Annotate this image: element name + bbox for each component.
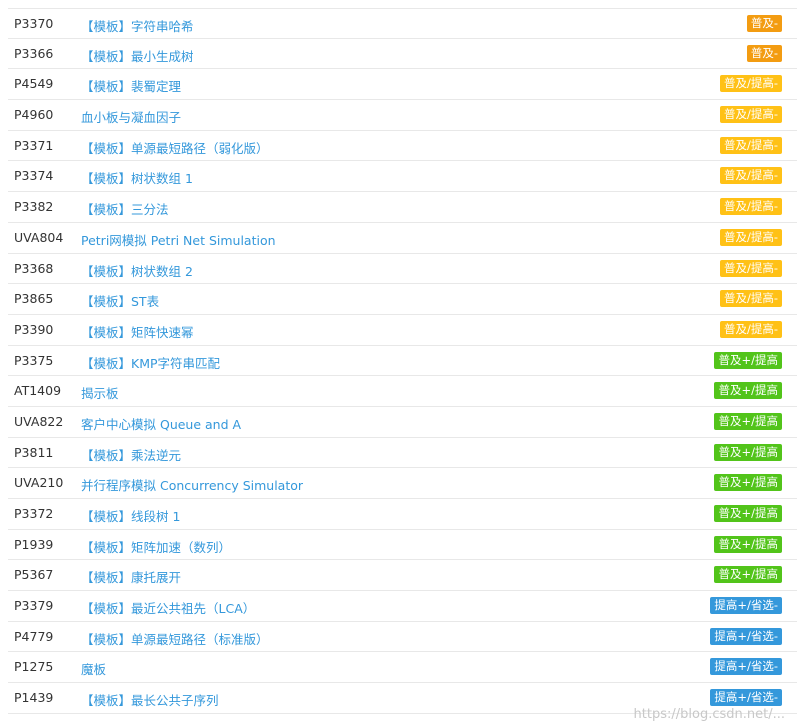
- problem-title-link[interactable]: 客户中心模拟 Queue and A: [81, 414, 241, 433]
- problem-title-link[interactable]: 血小板与凝血因子: [81, 107, 181, 126]
- problem-id: UVA822: [14, 413, 64, 429]
- problem-id: P5367: [14, 567, 54, 583]
- problem-title-link[interactable]: 【模板】三分法: [81, 199, 169, 218]
- problem-id: P1439: [14, 690, 54, 706]
- difficulty-badge: 普及/提高-: [719, 167, 782, 185]
- problem-id: P4549: [14, 76, 54, 92]
- list-item[interactable]: P3382 【模板】三分法 普及/提高-: [8, 192, 797, 223]
- problem-id: P4960: [14, 107, 54, 123]
- problem-id: P3390: [14, 321, 54, 337]
- problem-title-link[interactable]: 魔板: [81, 659, 106, 678]
- problem-title-link[interactable]: 【模板】KMP字符串匹配: [81, 353, 220, 372]
- list-item[interactable]: P3811 【模板】乘法逆元 普及+/提高: [8, 438, 797, 469]
- list-item[interactable]: P4549 【模板】裴蜀定理 普及/提高-: [8, 69, 797, 101]
- difficulty-badge: 普及+/提高: [714, 351, 782, 369]
- difficulty-badge: 提高+/省选-: [710, 597, 782, 615]
- difficulty-badge: 普及-: [746, 44, 782, 62]
- list-item[interactable]: P3366 【模板】最小生成树 普及-: [8, 39, 797, 70]
- difficulty-badge: 普及/提高-: [719, 75, 782, 93]
- difficulty-badge: 普及+/提高: [714, 474, 782, 492]
- list-item[interactable]: P3379 【模板】最近公共祖先（LCA） 提高+/省选-: [8, 591, 797, 622]
- list-item[interactable]: P3390 【模板】矩阵快速幂 普及/提高-: [8, 315, 797, 346]
- difficulty-badge: 普及/提高-: [719, 259, 782, 277]
- difficulty-badge: 普及/提高-: [719, 198, 782, 216]
- difficulty-badge: 普及/提高-: [719, 228, 782, 246]
- problem-id: P3865: [14, 291, 54, 307]
- list-item[interactable]: P3375 【模板】KMP字符串匹配 普及+/提高: [8, 346, 797, 377]
- difficulty-badge: 普及+/提高: [714, 443, 782, 461]
- problem-title-link[interactable]: 【模板】最小生成树: [81, 46, 194, 65]
- problem-title-link[interactable]: 【模板】最长公共子序列: [81, 690, 219, 709]
- list-item[interactable]: UVA804 Petri网模拟 Petri Net Simulation 普及/提高…: [8, 223, 797, 254]
- problem-list: P3370 【模板】字符串哈希 普及- P3366 【模板】最小生成树 普及- P4549 【…: [8, 8, 797, 714]
- problem-id: AT1409: [14, 383, 62, 399]
- problem-title-link[interactable]: 【模板】树状数组 2: [81, 261, 193, 280]
- list-item[interactable]: UVA210 并行程序模拟 Concurrency Simulator 普及+/提高: [8, 468, 797, 499]
- problem-title-link[interactable]: 揭示板: [81, 383, 119, 402]
- problem-title-link[interactable]: 并行程序模拟 Concurrency Simulator: [81, 475, 303, 494]
- problem-id: P3375: [14, 352, 54, 368]
- problem-title-link[interactable]: 【模板】矩阵加速（数列）: [81, 537, 231, 556]
- problem-id: P3374: [14, 168, 54, 184]
- difficulty-badge: 提高+/省选-: [710, 689, 782, 707]
- problem-id: UVA210: [14, 475, 64, 491]
- problem-id: P3371: [14, 137, 54, 153]
- watermark: https://blog.csdn.net/...: [633, 707, 785, 722]
- problem-title-link[interactable]: 【模板】最近公共祖先（LCA）: [81, 598, 255, 617]
- list-item[interactable]: P3374 【模板】树状数组 1 普及/提高-: [8, 161, 797, 193]
- list-item[interactable]: P3865 【模板】ST表 普及/提高-: [8, 284, 797, 315]
- problem-id: P3366: [14, 45, 54, 61]
- difficulty-badge: 普及+/提高: [714, 412, 782, 430]
- problem-title-link[interactable]: Petri网模拟 Petri Net Simulation: [81, 230, 276, 249]
- list-item[interactable]: AT1409 揭示板 普及+/提高: [8, 376, 797, 407]
- difficulty-badge: 普及/提高-: [719, 320, 782, 338]
- difficulty-badge: 普及+/提高: [714, 566, 782, 584]
- problem-id: P3370: [14, 16, 54, 31]
- list-item[interactable]: P3368 【模板】树状数组 2 普及/提高-: [8, 254, 797, 285]
- list-item[interactable]: P4960 血小板与凝血因子 普及/提高-: [8, 100, 797, 131]
- list-item[interactable]: UVA822 客户中心模拟 Queue and A 普及+/提高: [8, 407, 797, 438]
- problem-id: P3811: [14, 444, 54, 460]
- difficulty-badge: 普及/提高-: [719, 290, 782, 308]
- problem-title-link[interactable]: 【模板】单源最短路径（弱化版）: [81, 138, 269, 157]
- problem-title-link[interactable]: 【模板】字符串哈希: [81, 16, 194, 35]
- problem-title-link[interactable]: 【模板】康托展开: [81, 567, 181, 586]
- problem-title-link[interactable]: 【模板】单源最短路径（标准版）: [81, 629, 269, 648]
- list-item[interactable]: P3371 【模板】单源最短路径（弱化版） 普及/提高-: [8, 131, 797, 162]
- difficulty-badge: 普及/提高-: [719, 136, 782, 154]
- list-item[interactable]: P1275 魔板 提高+/省选-: [8, 652, 797, 684]
- problem-id: P3368: [14, 260, 54, 276]
- difficulty-badge: 普及+/提高: [714, 382, 782, 400]
- difficulty-badge: 普及/提高-: [719, 106, 782, 124]
- problem-title-link[interactable]: 【模板】裴蜀定理: [81, 76, 181, 95]
- problem-title-link[interactable]: 【模板】树状数组 1: [81, 168, 193, 187]
- list-item[interactable]: P4779 【模板】单源最短路径（标准版） 提高+/省选-: [8, 622, 797, 653]
- problem-id: UVA804: [14, 229, 64, 245]
- difficulty-badge: 普及+/提高: [714, 505, 782, 522]
- problem-title-link[interactable]: 【模板】ST表: [81, 291, 159, 310]
- list-item[interactable]: P1939 【模板】矩阵加速（数列） 普及+/提高: [8, 530, 797, 561]
- problem-id: P4779: [14, 628, 54, 644]
- problem-id: P3382: [14, 199, 54, 215]
- list-item[interactable]: P3372 【模板】线段树 1 普及+/提高: [8, 499, 797, 530]
- difficulty-badge: 提高+/省选-: [710, 627, 782, 645]
- problem-id: P1275: [14, 659, 54, 675]
- problem-title-link[interactable]: 【模板】矩阵快速幂: [81, 322, 194, 341]
- difficulty-badge: 普及-: [746, 15, 782, 32]
- problem-id: P1939: [14, 536, 54, 552]
- problem-id: P3372: [14, 506, 54, 521]
- difficulty-badge: 提高+/省选-: [710, 658, 782, 676]
- list-item[interactable]: P3370 【模板】字符串哈希 普及-: [8, 8, 797, 39]
- list-item[interactable]: P5367 【模板】康托展开 普及+/提高: [8, 560, 797, 592]
- problem-title-link[interactable]: 【模板】线段树 1: [81, 506, 180, 525]
- problem-title-link[interactable]: 【模板】乘法逆元: [81, 445, 181, 464]
- difficulty-badge: 普及+/提高: [714, 535, 782, 553]
- problem-id: P3379: [14, 598, 54, 614]
